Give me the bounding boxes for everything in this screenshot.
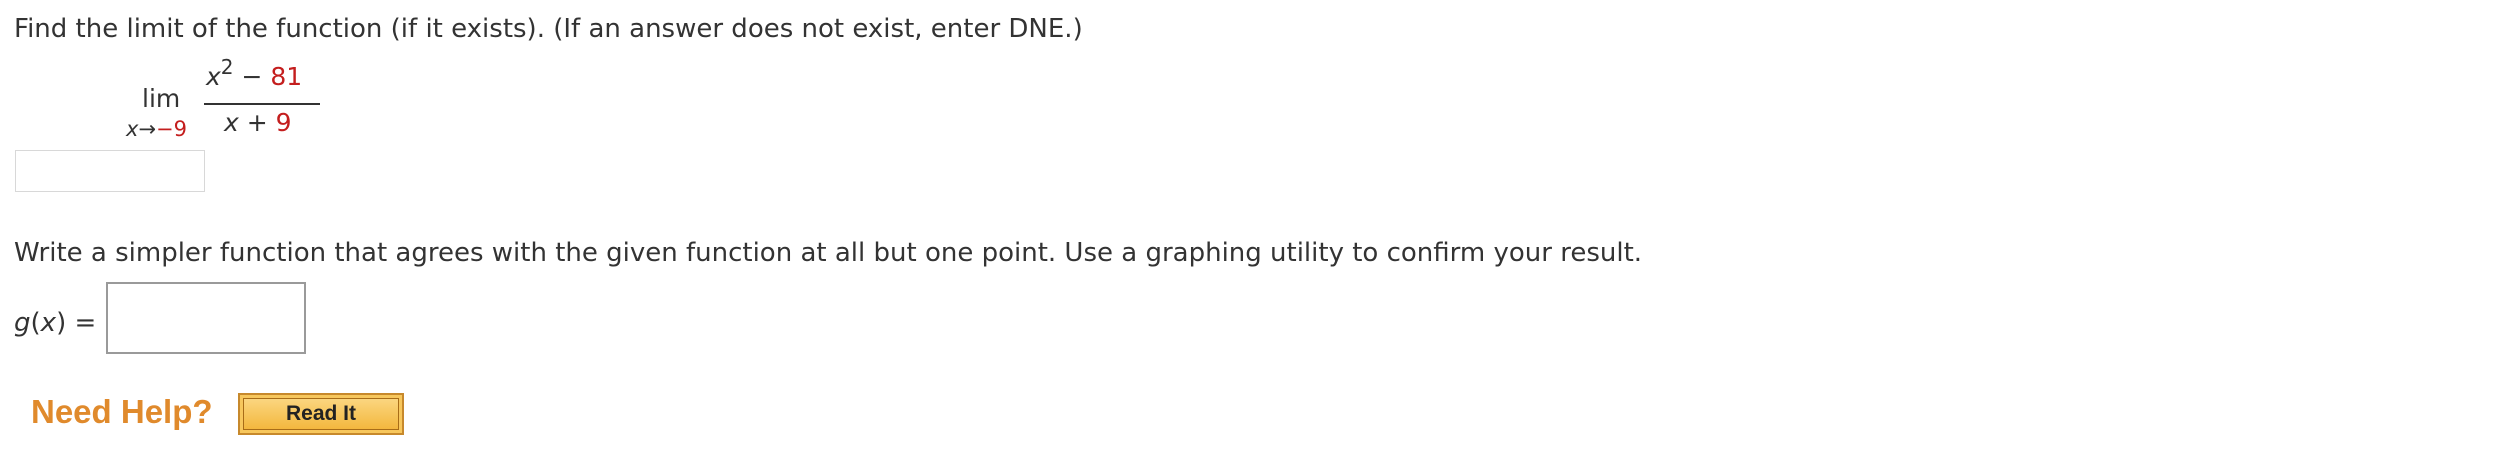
denominator-operator: + [238,108,276,137]
need-help-label: Need Help? [31,393,213,430]
denominator-constant: 9 [275,108,292,137]
read-it-button[interactable]: Read It [238,393,404,435]
subscript-variable: x [126,117,139,141]
g-open-paren: ( [30,308,41,338]
instruction-text: Write a simpler function that agrees wit… [14,238,1643,268]
limit-answer-input[interactable] [15,150,205,192]
fraction-bar [204,103,320,105]
g-function-input[interactable] [106,282,306,354]
numerator-variable: x [206,62,221,91]
g-equals: = [66,308,97,338]
g-function-label: g(x) = [14,306,96,340]
g-variable: x [40,308,57,338]
lim-label: lim [142,84,181,113]
read-it-label: Read It [243,398,399,430]
limit-expression: lim x→−9 x2 − 81 x + 9 [126,57,326,142]
numerator-operator: − [233,62,271,91]
fraction-numerator: x2 − 81 [206,57,303,92]
numerator-constant: 81 [270,62,303,91]
denominator-variable: x [224,108,239,137]
numerator-exponent: 2 [220,54,234,79]
g-function-name: g [14,308,31,338]
question-text: Find the limit of the function (if it ex… [14,14,1083,44]
arrow-icon: → [138,117,157,141]
subscript-value: −9 [156,117,188,141]
limit-subscript: x→−9 [126,116,187,142]
g-close-paren: ) [56,308,67,338]
fraction-denominator: x + 9 [224,108,292,138]
